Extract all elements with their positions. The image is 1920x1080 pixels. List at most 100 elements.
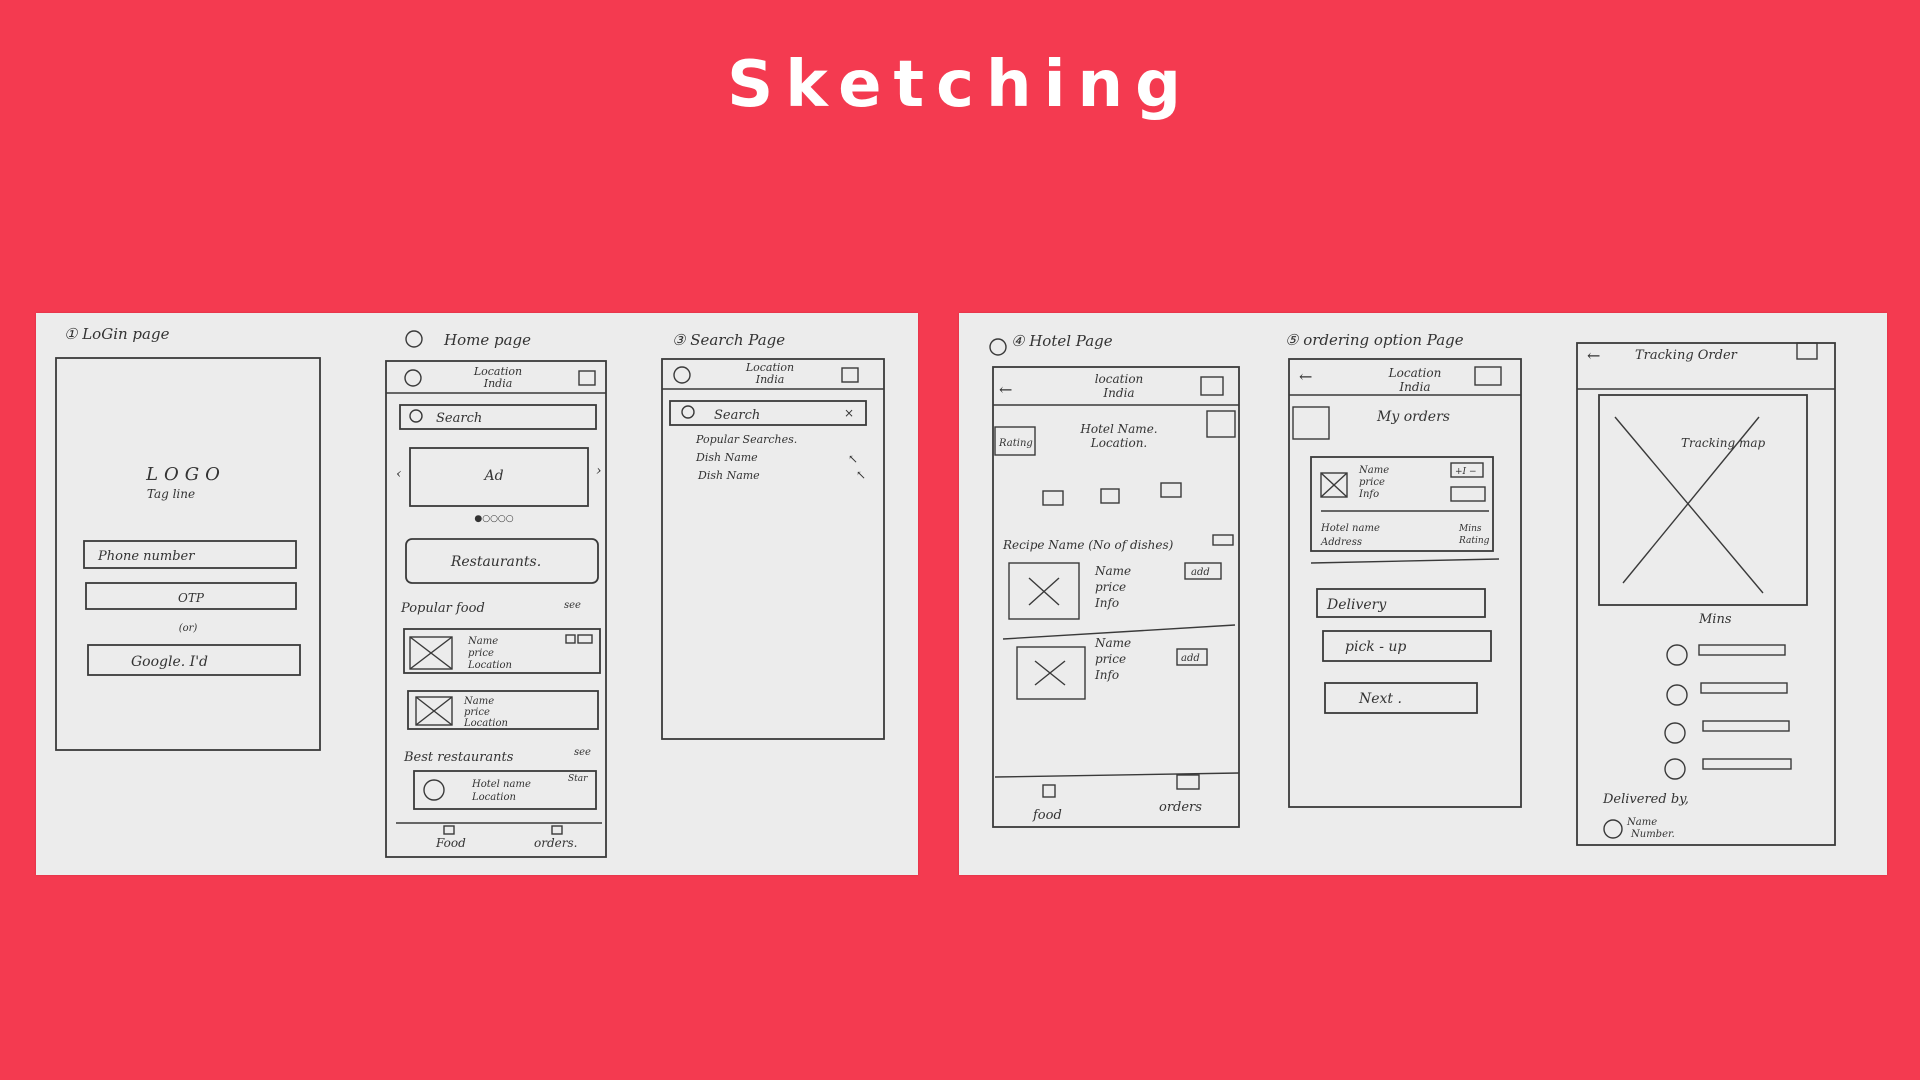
carousel-dots: ●○○○○ [474,514,513,524]
dish-2-name: Name [1094,636,1131,650]
step-marker-icon [989,338,1007,356]
tracking-cart-icon[interactable] [1796,342,1818,360]
hotel-nav-food[interactable]: food [1032,808,1062,823]
or-label: (or) [179,623,198,634]
search-country: India [755,373,785,386]
dish-2-price: price [1095,652,1126,666]
fill-arrow-icon-2[interactable]: ↖ [856,468,866,482]
food-1-name: Name [467,636,498,647]
hotel-location: location [1095,372,1144,386]
status-bar-2 [1700,682,1788,694]
ordering-heading: ⑤ ordering option Page [1285,331,1464,349]
home-search-input[interactable] [399,404,597,430]
search-page-input[interactable] [669,400,867,426]
dish-2-add: add [1181,653,1200,664]
food-2-name: Name [463,696,494,707]
search-cart-icon[interactable] [841,367,859,383]
food-nav-icon[interactable] [443,825,455,835]
hotel-back-icon[interactable]: ← [999,380,1012,399]
home-search-label: Search [436,411,482,426]
driver-number: Number. [1630,829,1675,840]
delivery-label: Delivery [1326,597,1387,613]
filter-egg-checkbox[interactable] [1160,482,1182,498]
status-bar-3 [1702,720,1790,732]
popular-see-link[interactable]: see [564,600,581,611]
nonveg-checkbox[interactable] [577,634,593,644]
tracking-mins: Mins [1698,612,1732,627]
order-name: Name [1358,465,1389,476]
ordering-back-icon[interactable]: ← [1299,367,1312,386]
recipe-filter-icon[interactable] [1212,534,1234,546]
ordering-country: India [1398,380,1430,394]
search-page-icon [681,405,695,419]
carousel-next-icon[interactable]: › [596,463,602,479]
restaurants-label: Restaurants. [450,554,541,570]
order-address: Address [1320,537,1362,548]
tracking-back-icon[interactable]: ← [1587,346,1600,365]
hotel-country: India [1102,386,1134,400]
home-country: India [483,377,513,390]
hotel-orders-nav-icon[interactable] [1176,774,1200,790]
home-heading: Home page [443,331,531,349]
nav-food[interactable]: Food [435,836,466,850]
nav-orders[interactable]: orders. [534,836,577,850]
google-label: Google. I'd [131,654,208,670]
status-step-3 [1664,722,1686,744]
hotel-food-nav-icon[interactable] [1042,784,1056,798]
recipe-heading: Recipe Name (No of dishes) [1002,538,1174,552]
driver-avatar [1603,819,1623,839]
dish-result-2[interactable]: Dish Name [697,469,760,482]
tracking-map-label: Tracking map [1681,436,1765,450]
veg-checkbox[interactable] [565,634,576,644]
otp-label: OTP [178,591,205,605]
next-label: Next . [1358,691,1402,707]
photo-icon[interactable] [1206,410,1236,438]
ordering-cart-icon[interactable] [1474,366,1502,386]
carousel-prev-icon[interactable]: ‹ [396,466,402,482]
dish-result-1[interactable]: Dish Name [695,451,758,464]
hotel-cart-icon[interactable] [1200,376,1224,396]
order-mins: Mins [1458,524,1482,534]
filter-nonveg-checkbox[interactable] [1100,488,1120,504]
step-2-marker [405,330,423,348]
sketch-photo-right: ④ Hotel Page ← location India Rating Hot… [959,313,1887,875]
hotel-nav-orders[interactable]: orders [1159,800,1202,815]
food-1-location: Location [467,660,512,671]
orders-nav-icon[interactable] [551,825,563,835]
hotel-location-text: Location. [1090,436,1148,450]
hotel-heading: ④ Hotel Page [1011,332,1113,350]
sketch-left-drawing: ① LoGin page LOGO Tag line Phone number … [55,325,885,858]
popular-searches: Popular Searches. [695,433,797,446]
search-icon [409,409,423,423]
restaurant-location: Location [471,792,516,803]
restaurant-image-placeholder [423,779,445,801]
food-2-price: price [464,707,490,718]
ordering-side-tab[interactable] [1292,406,1330,440]
search-clear-icon[interactable]: × [844,406,854,420]
delivered-by: Delivered by, [1602,792,1689,807]
ad-label: Ad [482,468,503,484]
driver-name: Name [1626,817,1657,828]
ordering-frame [1288,358,1522,808]
cart-icon[interactable] [578,370,596,386]
status-bar-1 [1698,644,1786,656]
status-step-4 [1664,758,1686,780]
fill-arrow-icon-1[interactable]: ↖ [848,452,858,466]
restaurant-hotel-name: Hotel name [471,779,531,790]
page-title: Sketching [727,48,1193,122]
ordering-location: Location [1388,366,1442,380]
profile-icon[interactable] [404,369,422,387]
hotel-rating: Rating [998,438,1033,449]
restaurant-star: Star [568,774,588,784]
search-page-label: Search [714,408,760,423]
hotel-name: Hotel Name. [1079,422,1157,436]
sketch-right-drawing: ④ Hotel Page ← location India Rating Hot… [989,331,1836,846]
status-step-2 [1666,684,1688,706]
status-step-1 [1666,644,1688,666]
best-restaurants-heading: Best restaurants [403,750,514,765]
login-tagline: Tag line [147,487,195,501]
filter-veg-checkbox[interactable] [1042,490,1064,506]
best-see-link[interactable]: see [574,747,591,758]
dish-1-info: Info [1094,596,1119,610]
search-profile-icon[interactable] [673,366,691,384]
